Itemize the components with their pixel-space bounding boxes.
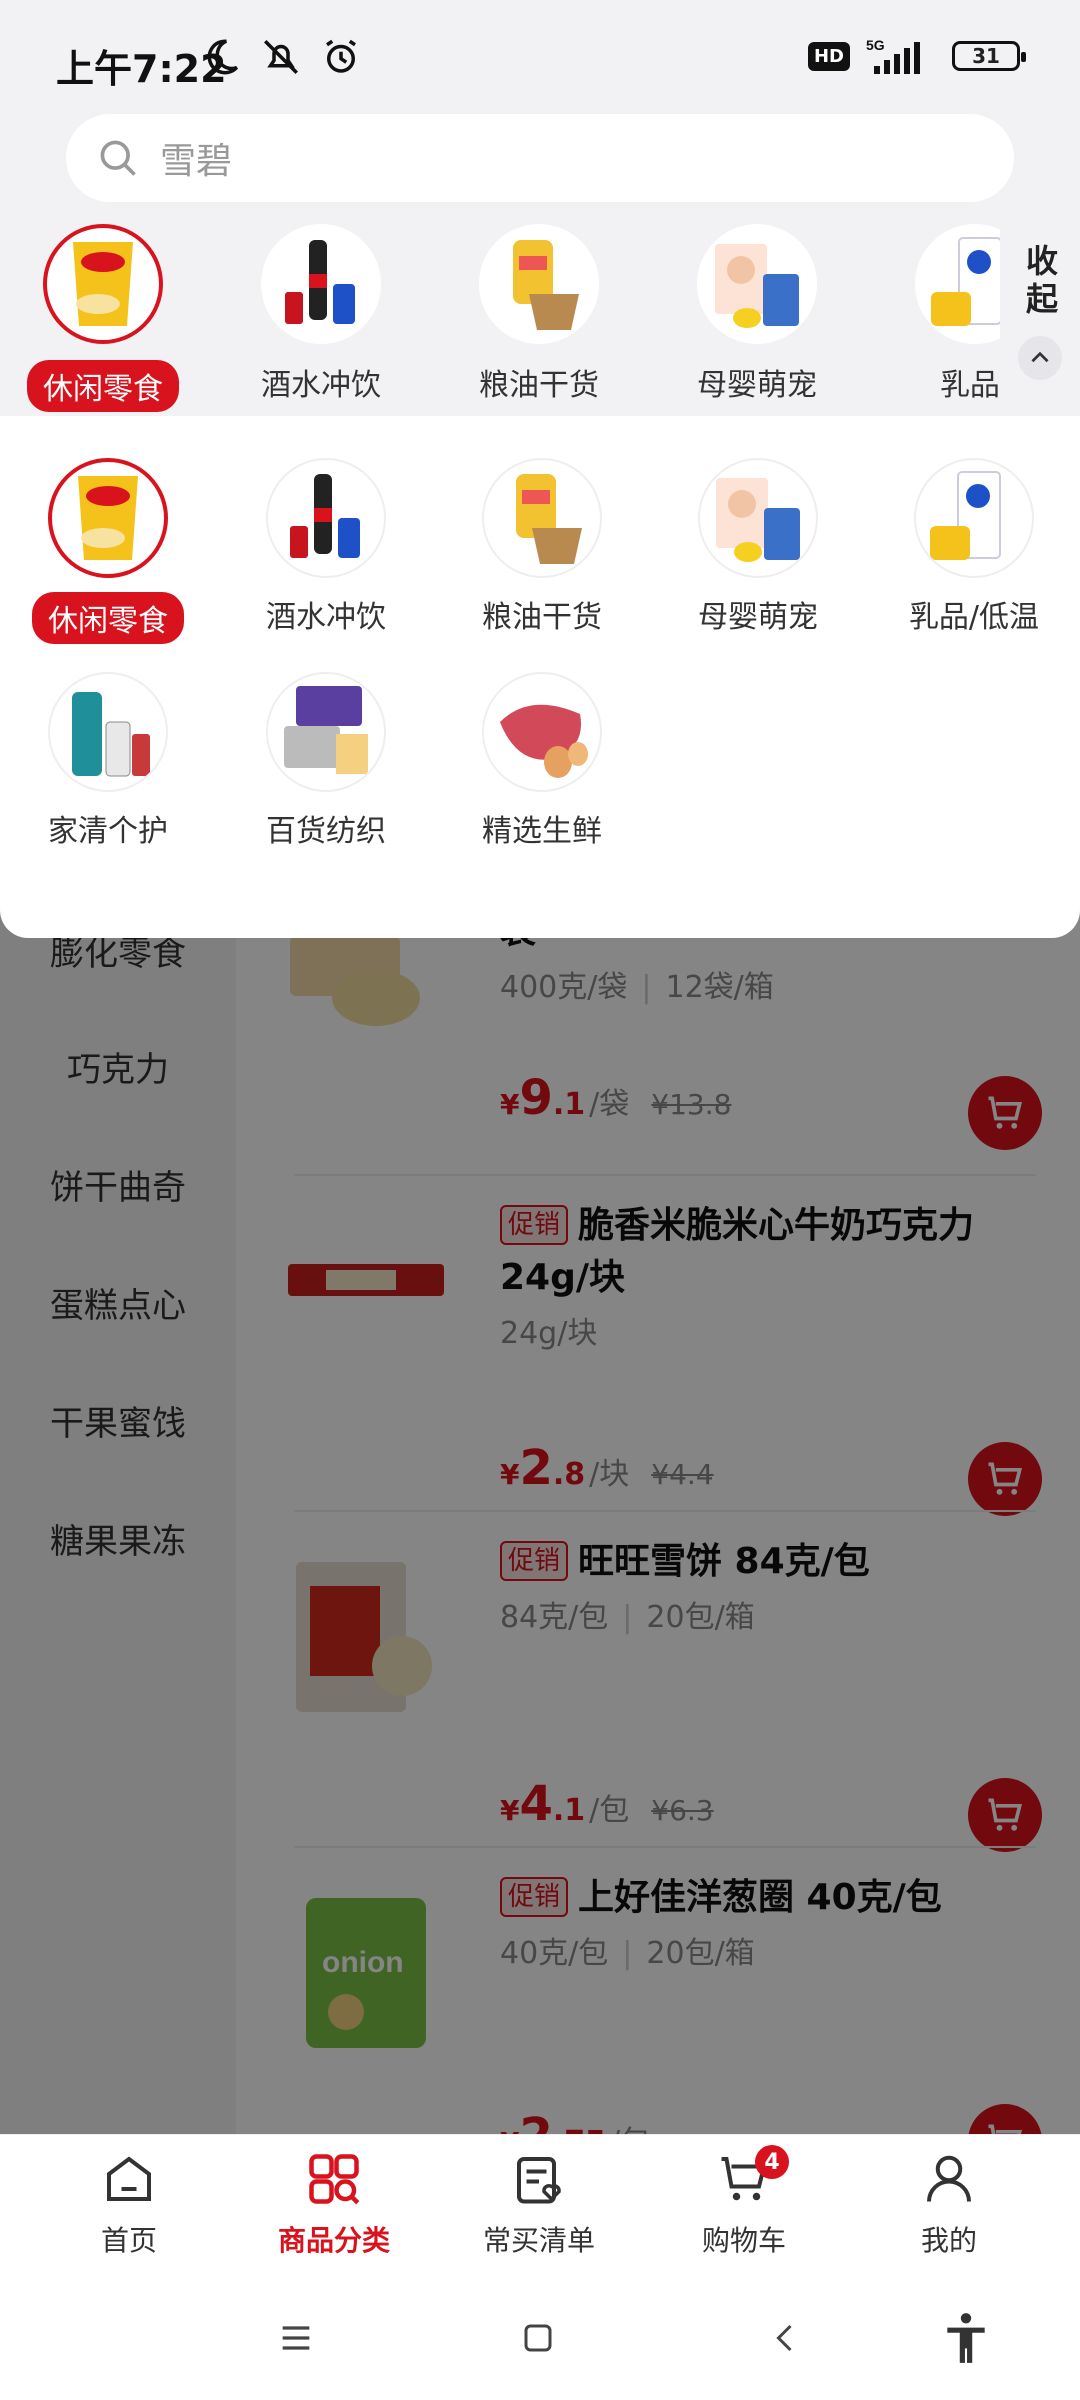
search-icon <box>100 140 136 176</box>
system-nav-bar <box>0 2270 1080 2400</box>
chips-image <box>43 224 163 344</box>
baby-pet-image <box>697 224 817 344</box>
category-item-household[interactable]: 家清个护 <box>8 672 208 850</box>
category-panel: 休闲零食 酒水冲饮 粮油干货 母婴萌宠 乳品/低温 家清个护 百货纺织 精选生鲜 <box>0 416 1080 938</box>
tab-label: 购物车 <box>701 2224 786 2257</box>
grain-oil-image <box>482 458 602 578</box>
grain-oil-image <box>479 224 599 344</box>
status-bar: 上午7:22 HD 5G 31 <box>0 0 1080 108</box>
category-strip: 休闲零食 酒水冲饮 粮油干货 母婴萌宠 乳品/ <box>0 216 1080 416</box>
category-item-general-goods[interactable]: 百货纺织 <box>226 672 426 850</box>
tab-label: 首页 <box>100 2224 157 2257</box>
general-goods-image <box>266 672 386 792</box>
list-heart-icon <box>517 2157 561 2204</box>
tab-categories[interactable]: 商品分类 <box>249 2149 419 2259</box>
strip-item-baby-pet[interactable]: 母婴萌宠 <box>662 224 852 414</box>
user-icon <box>927 2155 971 2202</box>
moon-icon <box>207 39 239 75</box>
status-right: HD 5G 31 <box>807 36 1026 76</box>
tab-home[interactable]: 首页 <box>44 2149 214 2259</box>
category-label: 乳品/低温 <box>908 600 1040 635</box>
home-square-icon[interactable] <box>508 2308 568 2368</box>
strip-label: 酒水冲饮 <box>261 368 381 403</box>
category-item-snacks[interactable]: 休闲零食 <box>8 458 208 644</box>
category-label: 家清个护 <box>48 814 168 849</box>
category-item-dairy[interactable]: 乳品/低温 <box>874 458 1074 636</box>
category-grid-icon <box>309 2154 360 2205</box>
mute-icon <box>264 40 298 74</box>
category-label: 粮油干货 <box>482 600 602 635</box>
tab-label: 常买清单 <box>482 2224 595 2257</box>
household-image <box>48 672 168 792</box>
category-item-fresh[interactable]: 精选生鲜 <box>442 672 642 850</box>
svg-text:5G: 5G <box>866 37 885 53</box>
drinks-image <box>261 224 381 344</box>
hd-badge: HD <box>807 41 850 71</box>
fresh-food-image <box>482 672 602 792</box>
tab-label: 我的 <box>920 2224 977 2257</box>
strip-item-snacks[interactable]: 休闲零食 <box>8 224 198 414</box>
category-label: 百货纺织 <box>266 814 386 849</box>
signal-icon: 5G <box>866 37 920 74</box>
collapse-label: 收起 <box>1021 244 1059 320</box>
alarm-icon <box>326 39 356 73</box>
drinks-image <box>266 458 386 578</box>
search-placeholder: 雪碧 <box>160 141 233 182</box>
cart-count-badge: 4 <box>755 2145 789 2179</box>
search-input[interactable]: 雪碧 <box>66 114 1014 202</box>
tab-frequent-list[interactable]: 常买清单 <box>454 2149 624 2259</box>
chips-image <box>48 458 168 578</box>
category-item-baby-pet[interactable]: 母婴萌宠 <box>658 458 858 636</box>
menu-icon[interactable] <box>266 2308 326 2368</box>
chevron-up-icon <box>1018 336 1062 380</box>
category-item-grain-oil[interactable]: 粮油干货 <box>442 458 642 636</box>
strip-item-grain-oil[interactable]: 粮油干货 <box>444 224 634 414</box>
strip-label: 母婴萌宠 <box>697 368 817 403</box>
tab-profile[interactable]: 我的 <box>864 2149 1034 2259</box>
tab-label: 商品分类 <box>277 2224 390 2257</box>
strip-item-drinks[interactable]: 酒水冲饮 <box>226 224 416 414</box>
tab-cart[interactable]: 4 购物车 <box>659 2145 829 2259</box>
home-icon <box>107 2156 151 2201</box>
category-label: 酒水冲饮 <box>266 600 386 635</box>
dairy-image <box>914 458 1034 578</box>
category-label: 精选生鲜 <box>482 814 602 849</box>
battery-icon: 31 <box>952 41 1026 71</box>
collapse-button[interactable]: 收起 <box>1000 216 1080 416</box>
status-icons <box>200 36 362 78</box>
baby-pet-image <box>698 458 818 578</box>
back-icon[interactable] <box>756 2308 816 2368</box>
strip-label: 粮油干货 <box>479 368 599 403</box>
bottom-tab-bar: 首页 商品分类 常买清单 4 购物车 我的 <box>0 2134 1080 2270</box>
accessibility-icon[interactable] <box>936 2308 996 2368</box>
category-label: 休闲零食 <box>32 592 184 644</box>
category-label: 母婴萌宠 <box>698 600 818 635</box>
strip-label: 休闲零食 <box>27 360 179 412</box>
category-item-drinks[interactable]: 酒水冲饮 <box>226 458 426 636</box>
